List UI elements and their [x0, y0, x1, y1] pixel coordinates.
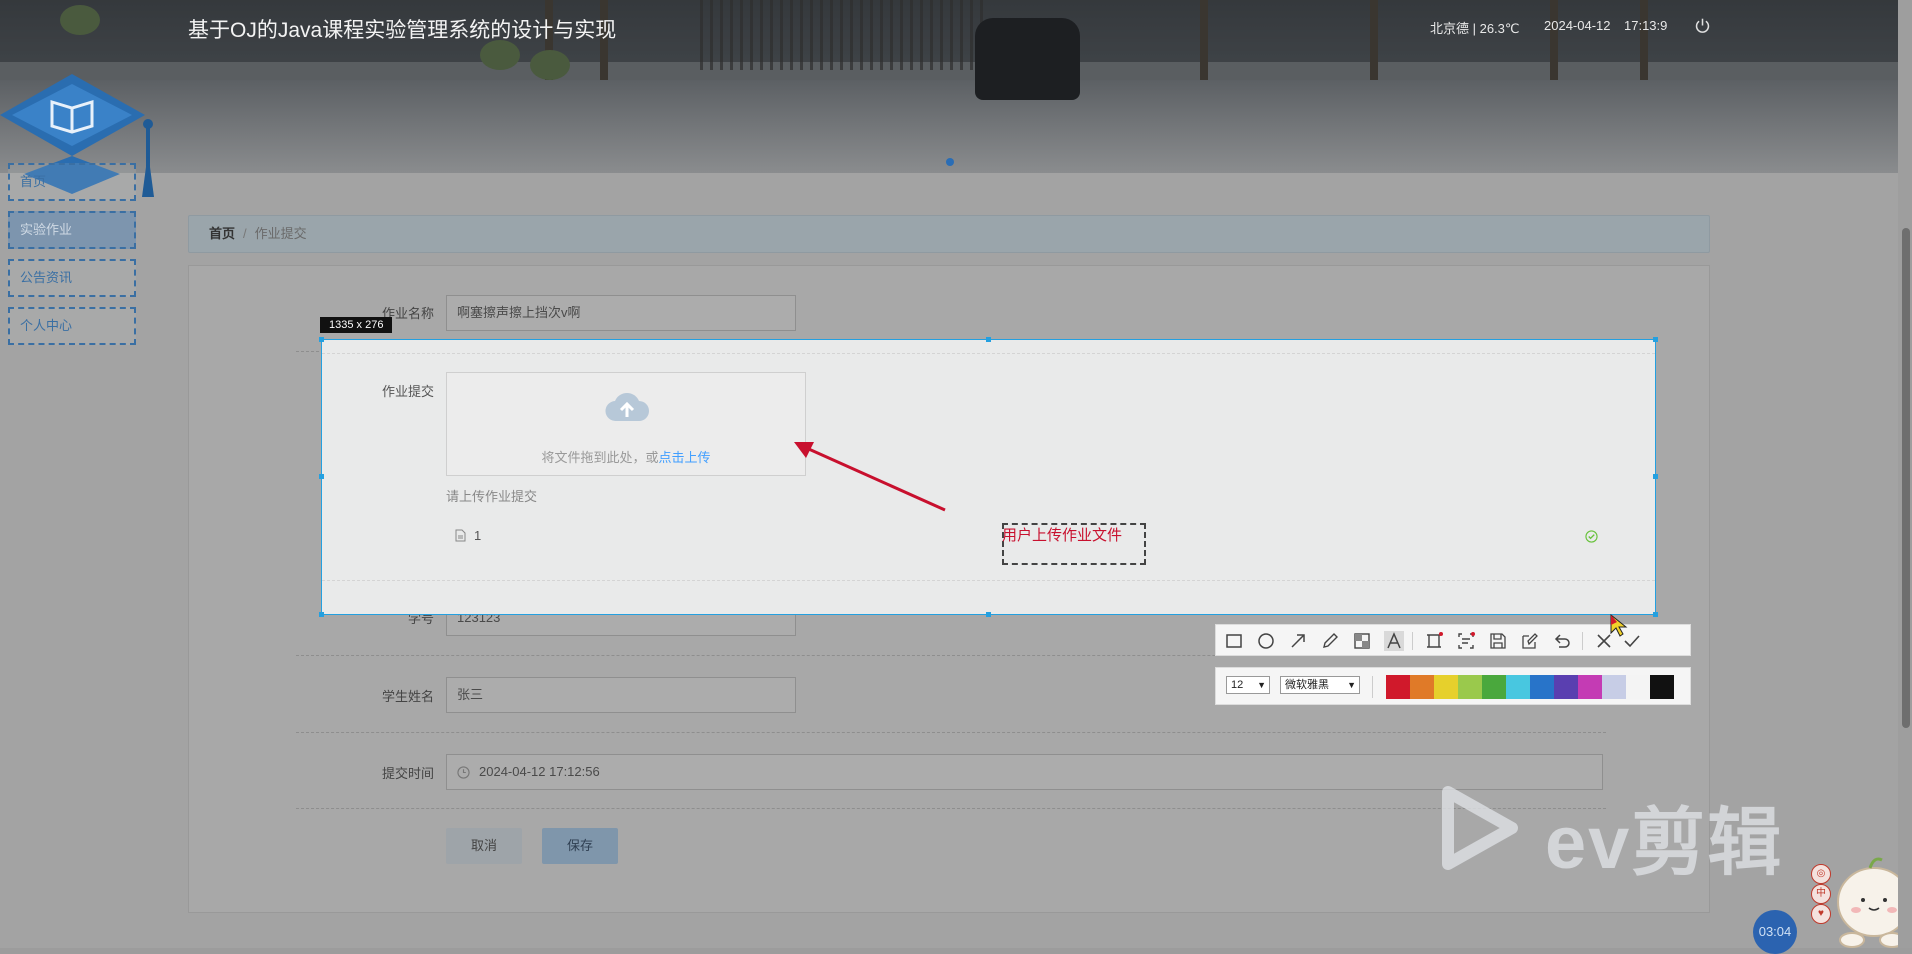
capture-size-label: 1335 x 276	[320, 317, 393, 333]
breadcrumb: 首页 / 作业提交	[188, 215, 1710, 253]
submit-time-value: 2024-04-12 17:12:56	[479, 764, 600, 779]
upload-dropzone[interactable]: 将文件拖到此处，或点击上传	[446, 372, 806, 476]
color-swatch[interactable]	[1410, 675, 1434, 699]
annotation-arrow-icon	[794, 442, 946, 512]
color-swatch[interactable]	[1626, 675, 1650, 699]
annotation-text: 用户上传作业文件	[1002, 527, 1123, 544]
badge-icon: ◎	[1811, 864, 1831, 884]
capture-toolbar	[1215, 613, 1691, 656]
rectangle-icon[interactable]	[1224, 631, 1244, 651]
save-button[interactable]: 保存	[542, 828, 618, 864]
cancel-button[interactable]: 取消	[446, 828, 522, 864]
badge-icon: 中	[1811, 884, 1831, 904]
badge-icon: ♥	[1811, 904, 1831, 924]
mouse-cursor-icon	[1610, 613, 1628, 637]
submit-time-label: 提交时间	[381, 766, 434, 781]
current-date: 2024-04-12	[1544, 18, 1611, 33]
breadcrumb-separator: /	[243, 226, 247, 241]
color-swatch[interactable]	[1530, 675, 1554, 699]
font-size-value: 12	[1231, 679, 1244, 691]
upload-tip: 请上传作业提交	[446, 489, 538, 504]
style-toolbar: 12 ▼ 微软雅黑 ▼	[1215, 667, 1691, 705]
sidebar-item-experiments[interactable]: 实验作业	[8, 211, 136, 249]
undo-icon[interactable]	[1552, 631, 1572, 651]
success-check-icon	[1585, 530, 1598, 543]
ev-play-logo-icon	[1442, 786, 1518, 870]
chevron-down-icon: ▼	[1257, 680, 1266, 690]
weather-info: 北京德 | 26.3℃	[1430, 21, 1520, 36]
color-swatch[interactable]	[1458, 675, 1482, 699]
submit-time-input[interactable]: 2024-04-12 17:12:56	[446, 754, 1603, 790]
color-swatch[interactable]	[1386, 675, 1410, 699]
clock-icon	[457, 766, 470, 779]
chevron-down-icon: ▼	[1347, 680, 1356, 690]
ev-watermark-text: ev剪辑	[1545, 801, 1784, 884]
sidebar-item-profile[interactable]: 个人中心	[8, 307, 136, 345]
sidebar-item-announcements[interactable]: 公告资讯	[8, 259, 136, 297]
edit-icon[interactable]	[1520, 631, 1540, 651]
site-title: 基于OJ的Java课程实验管理系统的设计与实现	[188, 19, 617, 42]
sidebar-item-home[interactable]: 首页	[8, 163, 136, 201]
breadcrumb-home[interactable]: 首页	[209, 226, 235, 241]
ellipse-icon[interactable]	[1256, 631, 1276, 651]
font-family-select[interactable]: 微软雅黑 ▼	[1280, 676, 1360, 694]
uploaded-file-name[interactable]: 1	[474, 528, 481, 543]
homework-name-input[interactable]: 啊塞擦声擦上挡次v啊	[446, 295, 796, 331]
power-icon[interactable]	[1694, 17, 1711, 34]
color-swatch[interactable]	[1482, 675, 1506, 699]
scrollbar-thumb[interactable]	[1902, 228, 1910, 728]
font-size-select[interactable]: 12 ▼	[1226, 676, 1270, 694]
font-family-value: 微软雅黑	[1285, 679, 1329, 691]
student-name-label: 学生姓名	[381, 689, 434, 704]
pin-icon[interactable]	[1424, 631, 1444, 651]
mosaic-icon[interactable]	[1352, 631, 1372, 651]
cloud-upload-icon	[605, 393, 649, 422]
color-swatch[interactable]	[1434, 675, 1458, 699]
recording-timer[interactable]: 03:04	[1753, 910, 1797, 954]
student-name-input[interactable]: 张三	[446, 677, 796, 713]
arrow-icon[interactable]	[1288, 631, 1308, 651]
ocr-icon[interactable]	[1456, 631, 1476, 651]
save-icon[interactable]	[1488, 631, 1508, 651]
pen-icon[interactable]	[1320, 631, 1340, 651]
color-swatch[interactable]	[1506, 675, 1530, 699]
current-time: 17:13:9	[1624, 18, 1668, 33]
upload-hint-text: 将文件拖到此处，或	[541, 450, 659, 465]
color-swatch[interactable]	[1554, 675, 1578, 699]
text-icon[interactable]	[1384, 631, 1404, 651]
homework-submit-label: 作业提交	[381, 384, 434, 399]
file-icon	[455, 529, 466, 542]
upload-hint: 将文件拖到此处，或点击上传	[447, 447, 805, 466]
color-swatch[interactable]	[1578, 675, 1602, 699]
breadcrumb-current: 作业提交	[254, 226, 307, 241]
upload-click-link[interactable]: 点击上传	[659, 450, 711, 465]
color-swatch[interactable]	[1650, 675, 1674, 699]
color-swatch[interactable]	[1602, 675, 1626, 699]
